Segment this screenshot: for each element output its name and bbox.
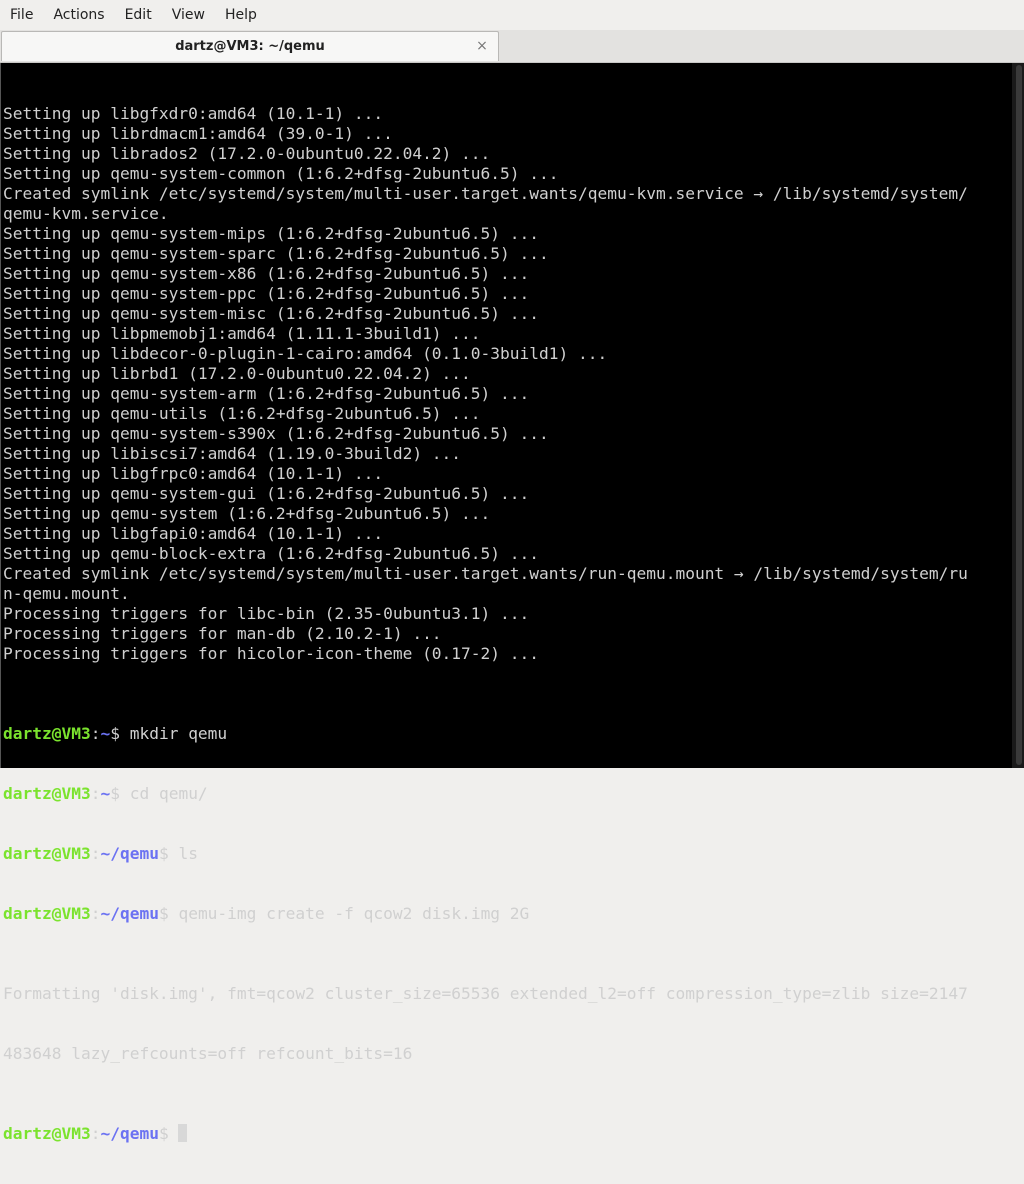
output-line: Processing triggers for hicolor-icon-the… — [3, 644, 540, 663]
prompt-user: dartz@VM3 — [3, 1124, 91, 1143]
prompt-path: ~/qemu — [100, 904, 159, 923]
prompt-line: dartz@VM3:~/qemu$ qemu-img create -f qco… — [3, 904, 530, 923]
output-line: 483648 lazy_refcounts=off refcount_bits=… — [3, 1044, 413, 1063]
output-line: Setting up qemu-system-arm (1:6.2+dfsg-2… — [3, 384, 530, 403]
output-line: Setting up qemu-system-sparc (1:6.2+dfsg… — [3, 244, 549, 263]
command-text: mkdir qemu — [119, 724, 228, 743]
prompt-user: dartz@VM3 — [3, 904, 91, 923]
output-line: Setting up libgfrpc0:amd64 (10.1-1) ... — [3, 464, 384, 483]
output-line: Setting up libgfapi0:amd64 (10.1-1) ... — [3, 524, 384, 543]
output-line: Setting up qemu-block-extra (1:6.2+dfsg-… — [3, 544, 540, 563]
output-line: Setting up qemu-system-x86 (1:6.2+dfsg-2… — [3, 264, 530, 283]
output-line: Setting up qemu-utils (1:6.2+dfsg-2ubunt… — [3, 404, 481, 423]
output-line: Setting up qemu-system (1:6.2+dfsg-2ubun… — [3, 504, 491, 523]
output-line: Setting up librdmacm1:amd64 (39.0-1) ... — [3, 124, 393, 143]
prompt-user: dartz@VM3 — [3, 724, 91, 743]
command-text: qemu-img create -f qcow2 disk.img 2G — [168, 904, 530, 923]
output-line: Setting up libgfxdr0:amd64 (10.1-1) ... — [3, 104, 384, 123]
terminal-tab[interactable]: dartz@VM3: ~/qemu × — [1, 31, 499, 61]
prompt-path: ~ — [100, 784, 111, 803]
command-text: cd qemu/ — [119, 784, 208, 803]
terminal-scrollbar[interactable] — [1012, 63, 1024, 768]
output-line: Setting up libdecor-0-plugin-1-cairo:amd… — [3, 344, 608, 363]
output-line: Created symlink /etc/systemd/system/mult… — [3, 184, 968, 203]
menu-file[interactable]: File — [0, 0, 43, 30]
output-line: Setting up qemu-system-gui (1:6.2+dfsg-2… — [3, 484, 530, 503]
menu-help[interactable]: Help — [215, 0, 267, 30]
output-line: n-qemu.mount. — [3, 584, 130, 603]
output-line: Setting up librados2 (17.2.0-0ubuntu0.22… — [3, 144, 491, 163]
output-line: Setting up qemu-system-mips (1:6.2+dfsg-… — [3, 224, 540, 243]
active-prompt-line[interactable]: dartz@VM3:~/qemu$ — [3, 1124, 1003, 1144]
close-icon[interactable]: × — [474, 38, 490, 54]
output-line: Processing triggers for man-db (2.10.2-1… — [3, 624, 442, 643]
prompt-path: ~ — [100, 724, 111, 743]
scrollbar-thumb[interactable] — [1016, 65, 1022, 765]
output-line: Setting up libiscsi7:amd64 (1.19.0-3buil… — [3, 444, 462, 463]
output-line: Processing triggers for libc-bin (2.35-0… — [3, 604, 530, 623]
output-line: Setting up librbd1 (17.2.0-0ubuntu0.22.0… — [3, 364, 471, 383]
terminal-output: Setting up libgfxdr0:amd64 (10.1-1) ... S… — [3, 64, 1003, 1184]
output-line: Setting up libpmemobj1:amd64 (1.11.1-3bu… — [3, 324, 481, 343]
menubar: File Actions Edit View Help — [0, 0, 1024, 30]
prompt-user: dartz@VM3 — [3, 844, 91, 863]
terminal-view[interactable]: Setting up libgfxdr0:amd64 (10.1-1) ... S… — [0, 63, 1024, 1143]
prompt-line: dartz@VM3:~/qemu$ ls — [3, 844, 198, 863]
prompt-line: dartz@VM3:~$ cd qemu/ — [3, 784, 208, 803]
prompt-line: dartz@VM3:~$ mkdir qemu — [3, 724, 228, 743]
output-line: qemu-kvm.service. — [3, 204, 169, 223]
prompt-path: ~/qemu — [100, 844, 159, 863]
menu-edit[interactable]: Edit — [115, 0, 162, 30]
prompt-user: dartz@VM3 — [3, 784, 91, 803]
prompt-path: ~/qemu — [100, 1124, 159, 1143]
command-text: ls — [168, 844, 198, 863]
output-line: Setting up qemu-system-common (1:6.2+dfs… — [3, 164, 559, 183]
menu-actions[interactable]: Actions — [43, 0, 114, 30]
output-line: Setting up qemu-system-ppc (1:6.2+dfsg-2… — [3, 284, 530, 303]
output-line: Setting up qemu-system-misc (1:6.2+dfsg-… — [3, 304, 540, 323]
output-line: Created symlink /etc/systemd/system/mult… — [3, 564, 968, 583]
tab-bar: dartz@VM3: ~/qemu × — [0, 30, 1024, 63]
text-cursor — [178, 1124, 188, 1142]
tab-title: dartz@VM3: ~/qemu — [175, 39, 325, 54]
output-line: Formatting 'disk.img', fmt=qcow2 cluster… — [3, 984, 968, 1003]
output-line: Setting up qemu-system-s390x (1:6.2+dfsg… — [3, 424, 549, 443]
menu-view[interactable]: View — [162, 0, 215, 30]
